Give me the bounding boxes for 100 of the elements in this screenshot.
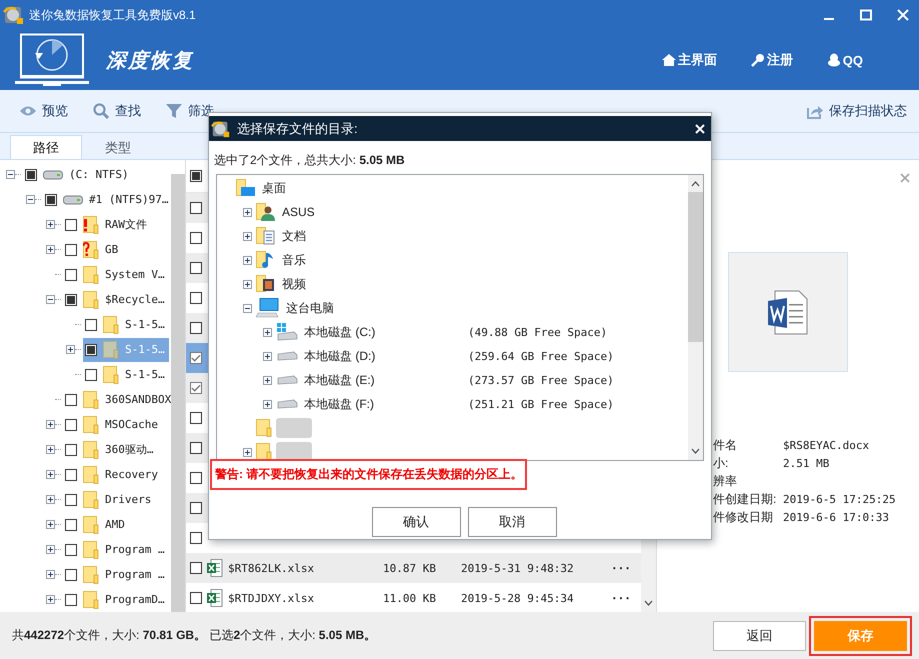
expand-toggle[interactable] (243, 232, 252, 240)
checkbox[interactable] (190, 412, 202, 424)
tree-item[interactable]: 360SANDBOX (63, 388, 171, 412)
tree-item[interactable]: Recovery (63, 462, 162, 486)
collapse-toggle[interactable] (26, 195, 35, 204)
folder-tree-item[interactable]: 本地磁盘 (D:) (259.64 GB Free Space) (276, 348, 614, 364)
expand-toggle[interactable] (46, 495, 55, 504)
expand-toggle[interactable] (46, 470, 55, 479)
checkbox[interactable] (65, 594, 77, 606)
scroll-up-icon[interactable] (691, 181, 700, 187)
tree-item[interactable]: S-1-5… (83, 362, 169, 386)
expand-toggle[interactable] (263, 376, 272, 384)
checkbox[interactable] (190, 472, 202, 484)
checkbox[interactable] (190, 322, 202, 334)
collapse-toggle[interactable] (243, 304, 252, 312)
checkbox[interactable] (190, 262, 202, 274)
file-row[interactable]: $RT862LK.xlsx 10.87 KB 2019-5-31 9:48:32 ··· (186, 553, 641, 583)
checkbox[interactable] (65, 468, 77, 480)
expand-toggle[interactable] (46, 545, 55, 554)
expand-toggle[interactable] (46, 245, 55, 254)
checkbox[interactable] (65, 294, 77, 306)
folder-tree-item[interactable]: 桌面 (236, 179, 402, 197)
expand-toggle[interactable] (46, 220, 55, 229)
scroll-down-icon[interactable] (644, 600, 653, 606)
checkbox[interactable] (190, 562, 202, 574)
checkbox[interactable] (190, 202, 202, 214)
checkbox[interactable] (85, 318, 97, 330)
cancel-button[interactable]: 取消 (468, 507, 556, 537)
tree-item[interactable]: 360驱动… (63, 438, 158, 462)
checkbox[interactable] (65, 444, 77, 456)
scrollbar[interactable] (688, 175, 703, 460)
checkbox[interactable] (190, 382, 202, 394)
checkbox[interactable] (65, 544, 77, 556)
checkbox[interactable] (45, 194, 57, 206)
tree-item[interactable]: System V… (63, 262, 169, 286)
tree-item[interactable]: (C: NTFS) (23, 162, 133, 186)
checkbox[interactable] (65, 568, 77, 580)
expand-toggle[interactable] (243, 448, 252, 456)
expand-toggle[interactable] (66, 345, 75, 354)
folder-tree-item[interactable]: 音乐 (256, 251, 422, 269)
folder-tree-item[interactable]: 文档 (256, 227, 422, 245)
checkbox[interactable] (25, 168, 37, 180)
expand-toggle[interactable] (46, 520, 55, 529)
checkbox[interactable] (65, 418, 77, 430)
nav-link[interactable]: QQ (826, 51, 863, 69)
tab[interactable]: 路径 (10, 135, 82, 159)
tree-item[interactable]: ProgramD… (63, 588, 169, 612)
more-button[interactable]: ··· (611, 592, 631, 604)
checkbox[interactable] (190, 592, 202, 604)
confirm-button[interactable]: 确认 (372, 507, 460, 537)
toolbar-button[interactable]: 查找 (93, 102, 141, 120)
expand-toggle[interactable] (46, 445, 55, 454)
expand-toggle[interactable] (46, 570, 55, 579)
collapse-toggle[interactable] (6, 170, 15, 179)
checkbox[interactable] (190, 532, 202, 544)
checkbox[interactable] (85, 368, 97, 380)
checkbox[interactable] (190, 502, 202, 514)
folder-tree-item[interactable]: 本地磁盘 (E:) (273.57 GB Free Space) (276, 372, 614, 388)
folder-tree-item[interactable]: ASUS (256, 203, 422, 221)
select-all-checkbox[interactable] (190, 170, 202, 182)
expand-toggle[interactable] (46, 420, 55, 429)
checkbox[interactable] (190, 232, 202, 244)
checkbox[interactable] (190, 292, 202, 304)
scrollbar[interactable] (171, 174, 185, 612)
expand-toggle[interactable] (243, 208, 252, 216)
tree-item[interactable]: GB (63, 238, 122, 262)
tree-item[interactable]: MSOCache (63, 412, 162, 436)
checkbox[interactable] (65, 268, 77, 280)
expand-toggle[interactable] (243, 280, 252, 288)
expand-toggle[interactable] (263, 328, 272, 336)
checkbox[interactable] (85, 344, 97, 356)
tab[interactable]: 类型 (82, 137, 154, 159)
tree-item[interactable]: Program … (63, 562, 169, 586)
tree-item[interactable]: RAW文件 (63, 212, 151, 236)
expand-toggle[interactable] (46, 595, 55, 604)
expand-toggle[interactable] (263, 400, 272, 408)
checkbox[interactable] (190, 352, 202, 364)
folder-tree-item[interactable]: 本地磁盘 (F:) (251.21 GB Free Space) (276, 396, 614, 412)
folder-tree-item[interactable]: 这台电脑 (256, 298, 426, 318)
checkbox[interactable] (65, 244, 77, 256)
maximize-icon[interactable] (860, 9, 872, 21)
checkbox[interactable] (190, 442, 202, 454)
folder-tree-item[interactable]: 本地磁盘 (C:) (49.88 GB Free Space) (276, 323, 608, 341)
back-button[interactable]: 返回 (713, 620, 806, 650)
tree-item[interactable]: Drivers (63, 488, 156, 512)
save-scan-button[interactable]: 保存扫描状态 (807, 102, 907, 120)
checkbox[interactable] (65, 218, 77, 230)
tree-item[interactable]: Program … (63, 538, 169, 562)
checkbox[interactable] (65, 394, 77, 406)
toolbar-button[interactable]: 预览 (20, 102, 68, 120)
tree-item[interactable]: S-1-5… (83, 312, 169, 336)
nav-link[interactable]: 主界面 (662, 51, 717, 69)
tree-item[interactable]: $Recycle… (63, 288, 169, 312)
checkbox[interactable] (65, 518, 77, 530)
tree-item[interactable]: #1 (NTFS)97… (43, 188, 171, 212)
expand-toggle[interactable] (243, 256, 252, 264)
checkbox[interactable] (65, 494, 77, 506)
scroll-down-icon[interactable] (691, 448, 700, 454)
more-button[interactable]: ··· (611, 562, 631, 574)
nav-link[interactable]: 注册 (750, 51, 793, 69)
